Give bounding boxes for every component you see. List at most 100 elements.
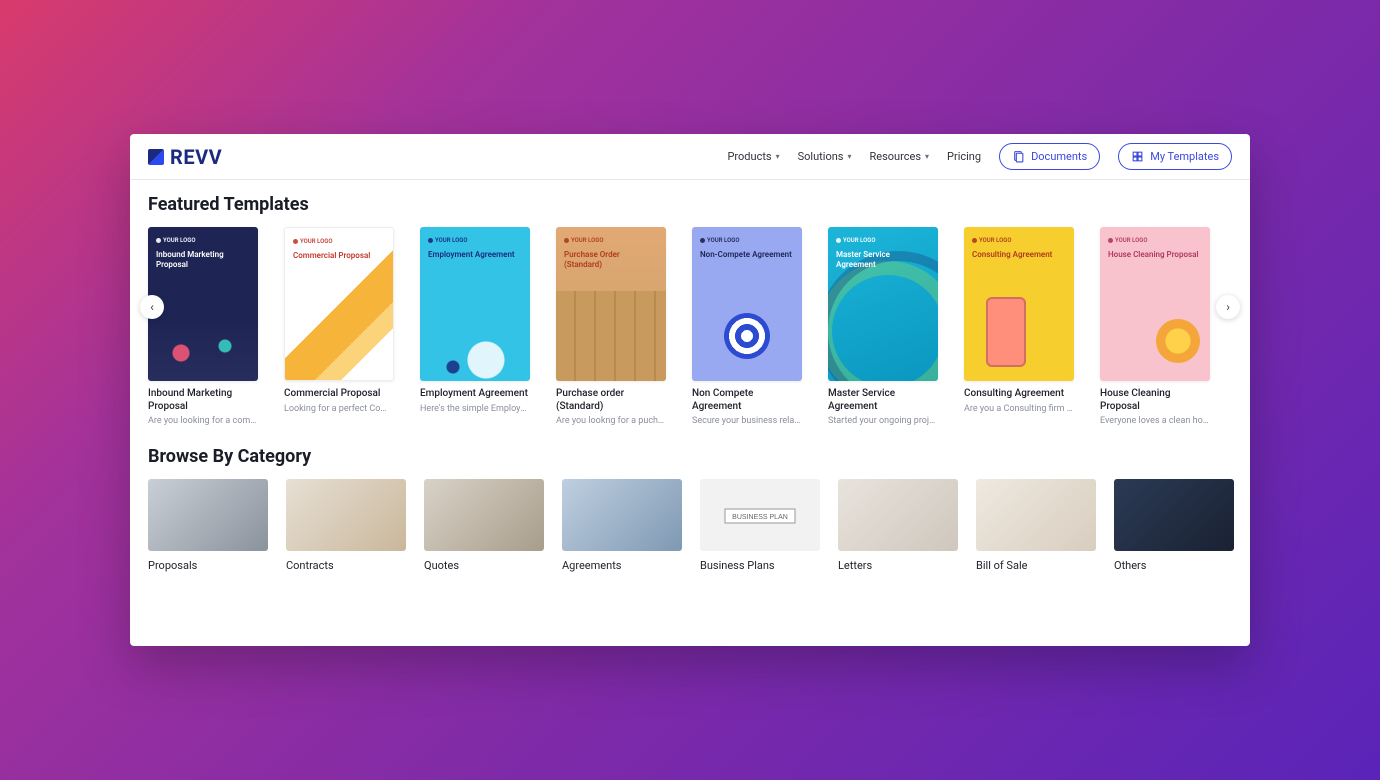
nav-resources[interactable]: Resources ▾ <box>869 150 929 163</box>
thumb-brand: YOUR LOGO <box>1108 237 1202 244</box>
thumb-brand: YOUR LOGO <box>156 237 250 244</box>
templates-icon <box>1131 150 1144 163</box>
thumb-brand: YOUR LOGO <box>972 237 1066 244</box>
thumb-title: House Cleaning Proposal <box>1108 250 1202 260</box>
thumb-title: Commercial Proposal <box>293 251 385 261</box>
thumb-title: Master Service Agreement <box>836 250 930 269</box>
page-body: Featured Templates ‹ › YOUR LOGO Inbound… <box>130 180 1250 590</box>
category-label: Contracts <box>286 559 406 572</box>
thumb-brand: YOUR LOGO <box>836 237 930 244</box>
category-card-quotes[interactable]: Quotes <box>424 479 544 572</box>
template-title: Consulting Agreement <box>964 388 1074 401</box>
header: REVV Products ▾ Solutions ▾ Resources ▾ … <box>130 134 1250 180</box>
nav-products[interactable]: Products ▾ <box>727 150 779 163</box>
category-image <box>1114 479 1234 551</box>
template-thumbnail: YOUR LOGO Employment Agreement <box>420 227 530 381</box>
template-desc: Here's the simple Employe… <box>420 404 530 414</box>
featured-carousel: ‹ › YOUR LOGO Inbound Marketing Proposal… <box>148 227 1232 426</box>
template-cards: YOUR LOGO Inbound Marketing Proposal Inb… <box>148 227 1232 426</box>
template-card[interactable]: YOUR LOGO Commercial Proposal Commercial… <box>284 227 394 426</box>
nav-pricing[interactable]: Pricing <box>947 150 981 163</box>
category-label: Others <box>1114 559 1234 572</box>
template-desc: Are you looking for a compr… <box>148 416 258 426</box>
thumb-brand: YOUR LOGO <box>564 237 658 244</box>
chevron-left-icon: ‹ <box>150 300 154 314</box>
template-title: House Cleaning Proposal <box>1100 388 1210 413</box>
template-card[interactable]: YOUR LOGO House Cleaning Proposal House … <box>1100 227 1210 426</box>
template-thumbnail: YOUR LOGO Master Service Agreement <box>828 227 938 381</box>
category-image <box>976 479 1096 551</box>
category-label: Proposals <box>148 559 268 572</box>
template-card[interactable]: YOUR LOGO Consulting Agreement Consultin… <box>964 227 1074 426</box>
template-title: Purchase order (Standard) <box>556 388 666 413</box>
category-label: Letters <box>838 559 958 572</box>
template-card[interactable]: YOUR LOGO Inbound Marketing Proposal Inb… <box>148 227 258 426</box>
nav-products-label: Products <box>727 150 771 163</box>
app-window: REVV Products ▾ Solutions ▾ Resources ▾ … <box>130 134 1250 646</box>
carousel-prev-button[interactable]: ‹ <box>140 295 164 319</box>
category-card-bill-of-sale[interactable]: Bill of Sale <box>976 479 1096 572</box>
category-grid: Proposals Contracts Quotes Agreements Bu… <box>148 479 1232 572</box>
documents-icon <box>1012 150 1025 163</box>
category-image <box>700 479 820 551</box>
chevron-down-icon: ▾ <box>847 152 851 161</box>
category-card-agreements[interactable]: Agreements <box>562 479 682 572</box>
my-templates-label: My Templates <box>1150 150 1219 163</box>
category-image <box>148 479 268 551</box>
top-nav: Products ▾ Solutions ▾ Resources ▾ Prici… <box>727 143 1232 170</box>
template-desc: Everyone loves a clean hou… <box>1100 416 1210 426</box>
category-card-letters[interactable]: Letters <box>838 479 958 572</box>
template-title: Employment Agreement <box>420 388 530 401</box>
template-card[interactable]: YOUR LOGO Employment Agreement Employmen… <box>420 227 530 426</box>
thumb-title: Purchase Order (Standard) <box>564 250 658 269</box>
template-card[interactable]: YOUR LOGO Purchase Order (Standard) Purc… <box>556 227 666 426</box>
nav-solutions[interactable]: Solutions ▾ <box>798 150 852 163</box>
documents-button[interactable]: Documents <box>999 143 1100 170</box>
thumb-brand: YOUR LOGO <box>700 237 794 244</box>
thumb-title: Non-Compete Agreement <box>700 250 794 260</box>
nav-resources-label: Resources <box>869 150 921 163</box>
template-desc: Looking for a perfect Comm… <box>284 404 394 414</box>
template-thumbnail: YOUR LOGO Inbound Marketing Proposal <box>148 227 258 381</box>
template-title: Commercial Proposal <box>284 388 394 401</box>
chevron-right-icon: › <box>1226 300 1230 314</box>
nav-pricing-label: Pricing <box>947 150 981 163</box>
category-label: Bill of Sale <box>976 559 1096 572</box>
template-card[interactable]: YOUR LOGO Master Service Agreement Maste… <box>828 227 938 426</box>
category-card-business-plans[interactable]: Business Plans <box>700 479 820 572</box>
template-thumbnail: YOUR LOGO Non-Compete Agreement <box>692 227 802 381</box>
logo-mark-icon <box>148 149 164 165</box>
documents-label: Documents <box>1031 150 1087 163</box>
thumb-brand: YOUR LOGO <box>293 238 385 245</box>
template-desc: Are you lookng for a pucha… <box>556 416 666 426</box>
thumb-brand: YOUR LOGO <box>428 237 522 244</box>
brand-logo[interactable]: REVV <box>148 145 222 169</box>
template-desc: Are you a Consulting firm lo… <box>964 404 1074 414</box>
template-thumbnail: YOUR LOGO House Cleaning Proposal <box>1100 227 1210 381</box>
browse-heading: Browse By Category <box>148 446 1232 467</box>
category-card-contracts[interactable]: Contracts <box>286 479 406 572</box>
featured-heading: Featured Templates <box>148 194 1232 215</box>
template-title: Inbound Marketing Proposal <box>148 388 258 413</box>
thumb-title: Consulting Agreement <box>972 250 1066 260</box>
carousel-next-button[interactable]: › <box>1216 295 1240 319</box>
template-card[interactable]: YOUR LOGO Non-Compete Agreement Non Comp… <box>692 227 802 426</box>
chevron-down-icon: ▾ <box>776 152 780 161</box>
category-image <box>424 479 544 551</box>
category-card-proposals[interactable]: Proposals <box>148 479 268 572</box>
template-desc: Started your ongoing projec… <box>828 416 938 426</box>
category-label: Agreements <box>562 559 682 572</box>
chevron-down-icon: ▾ <box>925 152 929 161</box>
template-thumbnail: YOUR LOGO Purchase Order (Standard) <box>556 227 666 381</box>
template-desc: Secure your business relati… <box>692 416 802 426</box>
category-image <box>562 479 682 551</box>
brand-name: REVV <box>170 145 222 169</box>
category-image <box>286 479 406 551</box>
category-label: Quotes <box>424 559 544 572</box>
template-title: Non Compete Agreement <box>692 388 802 413</box>
my-templates-button[interactable]: My Templates <box>1118 143 1232 170</box>
thumb-title: Employment Agreement <box>428 250 522 260</box>
nav-solutions-label: Solutions <box>798 150 844 163</box>
category-image <box>838 479 958 551</box>
category-card-others[interactable]: Others <box>1114 479 1234 572</box>
